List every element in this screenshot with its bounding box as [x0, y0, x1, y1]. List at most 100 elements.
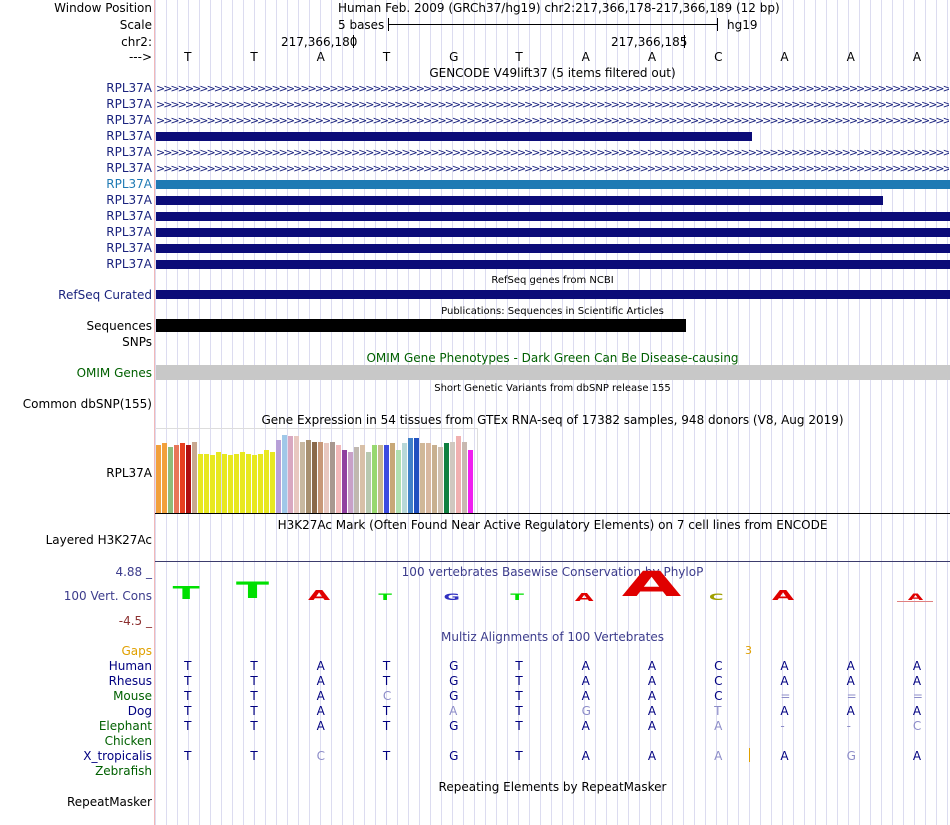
- multiz-species-label[interactable]: Rhesus: [109, 674, 152, 688]
- multiz-aligned-base: A: [581, 719, 590, 733]
- dbsnp-track-label[interactable]: Common dbSNP(155): [23, 397, 152, 411]
- multiz-aligned-base: T: [250, 674, 258, 688]
- gencode-track-title[interactable]: GENCODE V49lift37 (5 items filtered out): [155, 66, 950, 80]
- reference-base: G: [449, 50, 459, 64]
- multiz-aligned-base: T: [382, 719, 391, 733]
- multiz-aligned-base: A: [316, 719, 325, 733]
- multiz-species-label[interactable]: Mouse: [113, 689, 152, 703]
- conservation-base-letter[interactable]: G: [444, 594, 460, 603]
- multiz-aligned-base: A: [581, 689, 590, 703]
- multiz-aligned-base: G: [449, 689, 459, 703]
- conservation-base-letter[interactable]: A: [622, 568, 682, 603]
- multiz-track-title[interactable]: Multiz Alignments of 100 Vertebrates: [155, 630, 950, 644]
- multiz-aligned-base: T: [250, 689, 258, 703]
- publications-track-title[interactable]: Publications: Sequences in Scientific Ar…: [155, 305, 950, 319]
- repeatmasker-track-label[interactable]: RepeatMasker: [67, 795, 152, 809]
- reference-base: A: [316, 50, 325, 64]
- reference-base: A: [780, 50, 789, 64]
- conservation-base-letter[interactable]: T: [511, 594, 525, 603]
- conservation-base-letter[interactable]: T: [236, 581, 269, 603]
- scale-bar: [388, 24, 718, 25]
- multiz-species-label[interactable]: Elephant: [99, 719, 152, 733]
- gencode-exon-bar[interactable]: [156, 260, 950, 269]
- multiz-aligned-base: A: [647, 674, 657, 688]
- multiz-gaps-label: Gaps: [121, 644, 152, 658]
- gencode-transcript-label[interactable]: RPL37A: [106, 145, 152, 159]
- gencode-transcript-label[interactable]: RPL37A: [106, 81, 152, 95]
- gencode-intron-line[interactable]: >>>>>>>>>>>>>>>>>>>>>>>>>>>>>>>>>>>>>>>>…: [156, 100, 949, 109]
- gencode-transcript-label[interactable]: RPL37A: [106, 193, 152, 207]
- reference-base: A: [581, 50, 590, 64]
- multiz-aligned-base: A: [846, 674, 855, 688]
- gencode-intron-line[interactable]: >>>>>>>>>>>>>>>>>>>>>>>>>>>>>>>>>>>>>>>>…: [156, 116, 949, 125]
- multiz-aligned-base: T: [515, 659, 523, 673]
- gtex-track-label[interactable]: RPL37A: [106, 466, 152, 480]
- conservation-track-title[interactable]: 100 vertebrates Basewise Conservation by…: [155, 565, 950, 579]
- multiz-aligned-base: T: [382, 674, 391, 688]
- snps-track-label[interactable]: SNPs: [122, 335, 152, 349]
- conservation-base-letter[interactable]: A: [308, 590, 330, 603]
- gencode-transcript-label[interactable]: RPL37A: [106, 257, 152, 271]
- gencode-exon-bar[interactable]: [156, 228, 950, 237]
- multiz-aligned-base: G: [846, 749, 856, 763]
- conservation-base-letter[interactable]: A: [575, 592, 594, 603]
- dbsnp-track-title[interactable]: Short Genetic Variants from dbSNP releas…: [155, 382, 950, 396]
- gencode-transcript-label[interactable]: RPL37A: [106, 241, 152, 255]
- assembly-title[interactable]: Human Feb. 2009 (GRCh37/hg19) chr2:217,3…: [338, 1, 780, 15]
- conservation-track-label[interactable]: 100 Vert. Cons: [64, 589, 152, 603]
- conservation-base-letter[interactable]: T: [173, 585, 200, 603]
- omim-gene-bar[interactable]: [156, 365, 950, 380]
- conservation-base-letter[interactable]: T: [378, 594, 392, 603]
- multiz-aligned-base: A: [780, 659, 789, 673]
- multiz-species-label[interactable]: X_tropicalis: [83, 749, 152, 763]
- multiz-species-label[interactable]: Dog: [128, 704, 152, 718]
- gencode-intron-line[interactable]: >>>>>>>>>>>>>>>>>>>>>>>>>>>>>>>>>>>>>>>>…: [156, 148, 949, 157]
- conservation-base-letter[interactable]: A: [772, 590, 794, 603]
- gencode-transcript-label[interactable]: RPL37A: [106, 225, 152, 239]
- gtex-track-title[interactable]: Gene Expression in 54 tissues from GTEx …: [155, 413, 950, 427]
- conservation-ymin-label: -4.5 _: [118, 614, 152, 628]
- gencode-exon-bar[interactable]: [156, 212, 950, 221]
- refseq-gene-bar[interactable]: [156, 290, 950, 299]
- gencode-exon-bar[interactable]: [156, 244, 950, 253]
- multiz-species-label[interactable]: Chicken: [105, 734, 152, 748]
- gencode-transcript-label[interactable]: RPL37A: [106, 129, 152, 143]
- gencode-exon-bar[interactable]: [156, 196, 883, 205]
- refseq-track-label[interactable]: RefSeq Curated: [58, 288, 152, 302]
- gencode-exon-bar[interactable]: [156, 180, 950, 189]
- multiz-aligned-base: A: [647, 704, 657, 718]
- gencode-transcript-label[interactable]: RPL37A: [106, 161, 152, 175]
- omim-track-title[interactable]: OMIM Gene Phenotypes - Dark Green Can Be…: [155, 351, 950, 365]
- multiz-aligned-base: T: [184, 704, 192, 718]
- conservation-base-letter[interactable]: C: [709, 594, 724, 603]
- multiz-aligned-base: A: [316, 689, 325, 703]
- h3k27ac-track-title[interactable]: H3K27Ac Mark (Often Found Near Active Re…: [155, 518, 950, 532]
- multiz-species-label[interactable]: Human: [109, 659, 152, 673]
- gtex-expression-chart[interactable]: [156, 428, 536, 513]
- reference-base: T: [382, 50, 391, 64]
- gencode-intron-line[interactable]: >>>>>>>>>>>>>>>>>>>>>>>>>>>>>>>>>>>>>>>>…: [156, 84, 949, 93]
- multiz-aligned-base: T: [382, 659, 391, 673]
- refseq-track-title[interactable]: RefSeq genes from NCBI: [155, 274, 950, 288]
- publication-sequence-bar[interactable]: [156, 319, 686, 332]
- gencode-transcript-label[interactable]: RPL37A: [106, 209, 152, 223]
- multiz-aligned-base: T: [250, 704, 258, 718]
- gencode-transcript-label[interactable]: RPL37A: [106, 97, 152, 111]
- multiz-aligned-base: A: [780, 674, 789, 688]
- multiz-species-label[interactable]: Zebrafish: [95, 764, 152, 778]
- gencode-transcript-label[interactable]: RPL37A: [106, 113, 152, 127]
- multiz-aligned-base: A: [647, 719, 657, 733]
- publications-track-label[interactable]: Sequences: [87, 319, 152, 333]
- h3k27ac-track-label[interactable]: Layered H3K27Ac: [46, 533, 152, 547]
- omim-track-label[interactable]: OMIM Genes: [77, 366, 152, 380]
- gtex-baseline: [155, 513, 950, 514]
- multiz-aligned-base: T: [184, 719, 192, 733]
- ruler-tick-2: [684, 35, 685, 48]
- gencode-intron-line[interactable]: >>>>>>>>>>>>>>>>>>>>>>>>>>>>>>>>>>>>>>>>…: [156, 164, 949, 173]
- strand-label: --->: [128, 50, 152, 64]
- gencode-exon-bar[interactable]: [156, 132, 752, 141]
- repeatmasker-track-title[interactable]: Repeating Elements by RepeatMasker: [155, 780, 950, 794]
- gencode-transcript-label[interactable]: RPL37A: [106, 177, 152, 191]
- multiz-aligned-base: A: [714, 719, 723, 733]
- multiz-aligned-base: T: [515, 719, 523, 733]
